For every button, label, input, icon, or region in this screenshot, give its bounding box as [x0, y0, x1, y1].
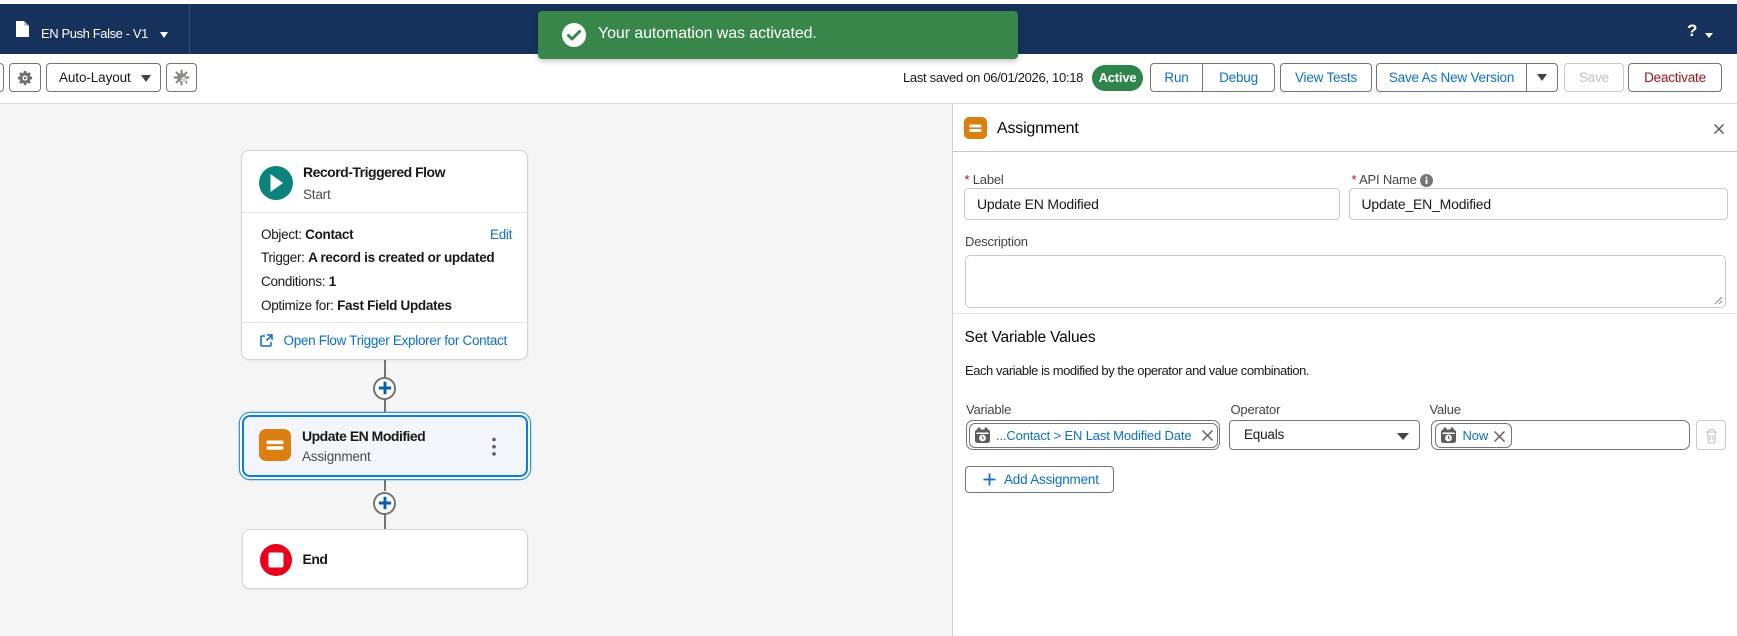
svg-text:50: 50 [181, 78, 188, 84]
